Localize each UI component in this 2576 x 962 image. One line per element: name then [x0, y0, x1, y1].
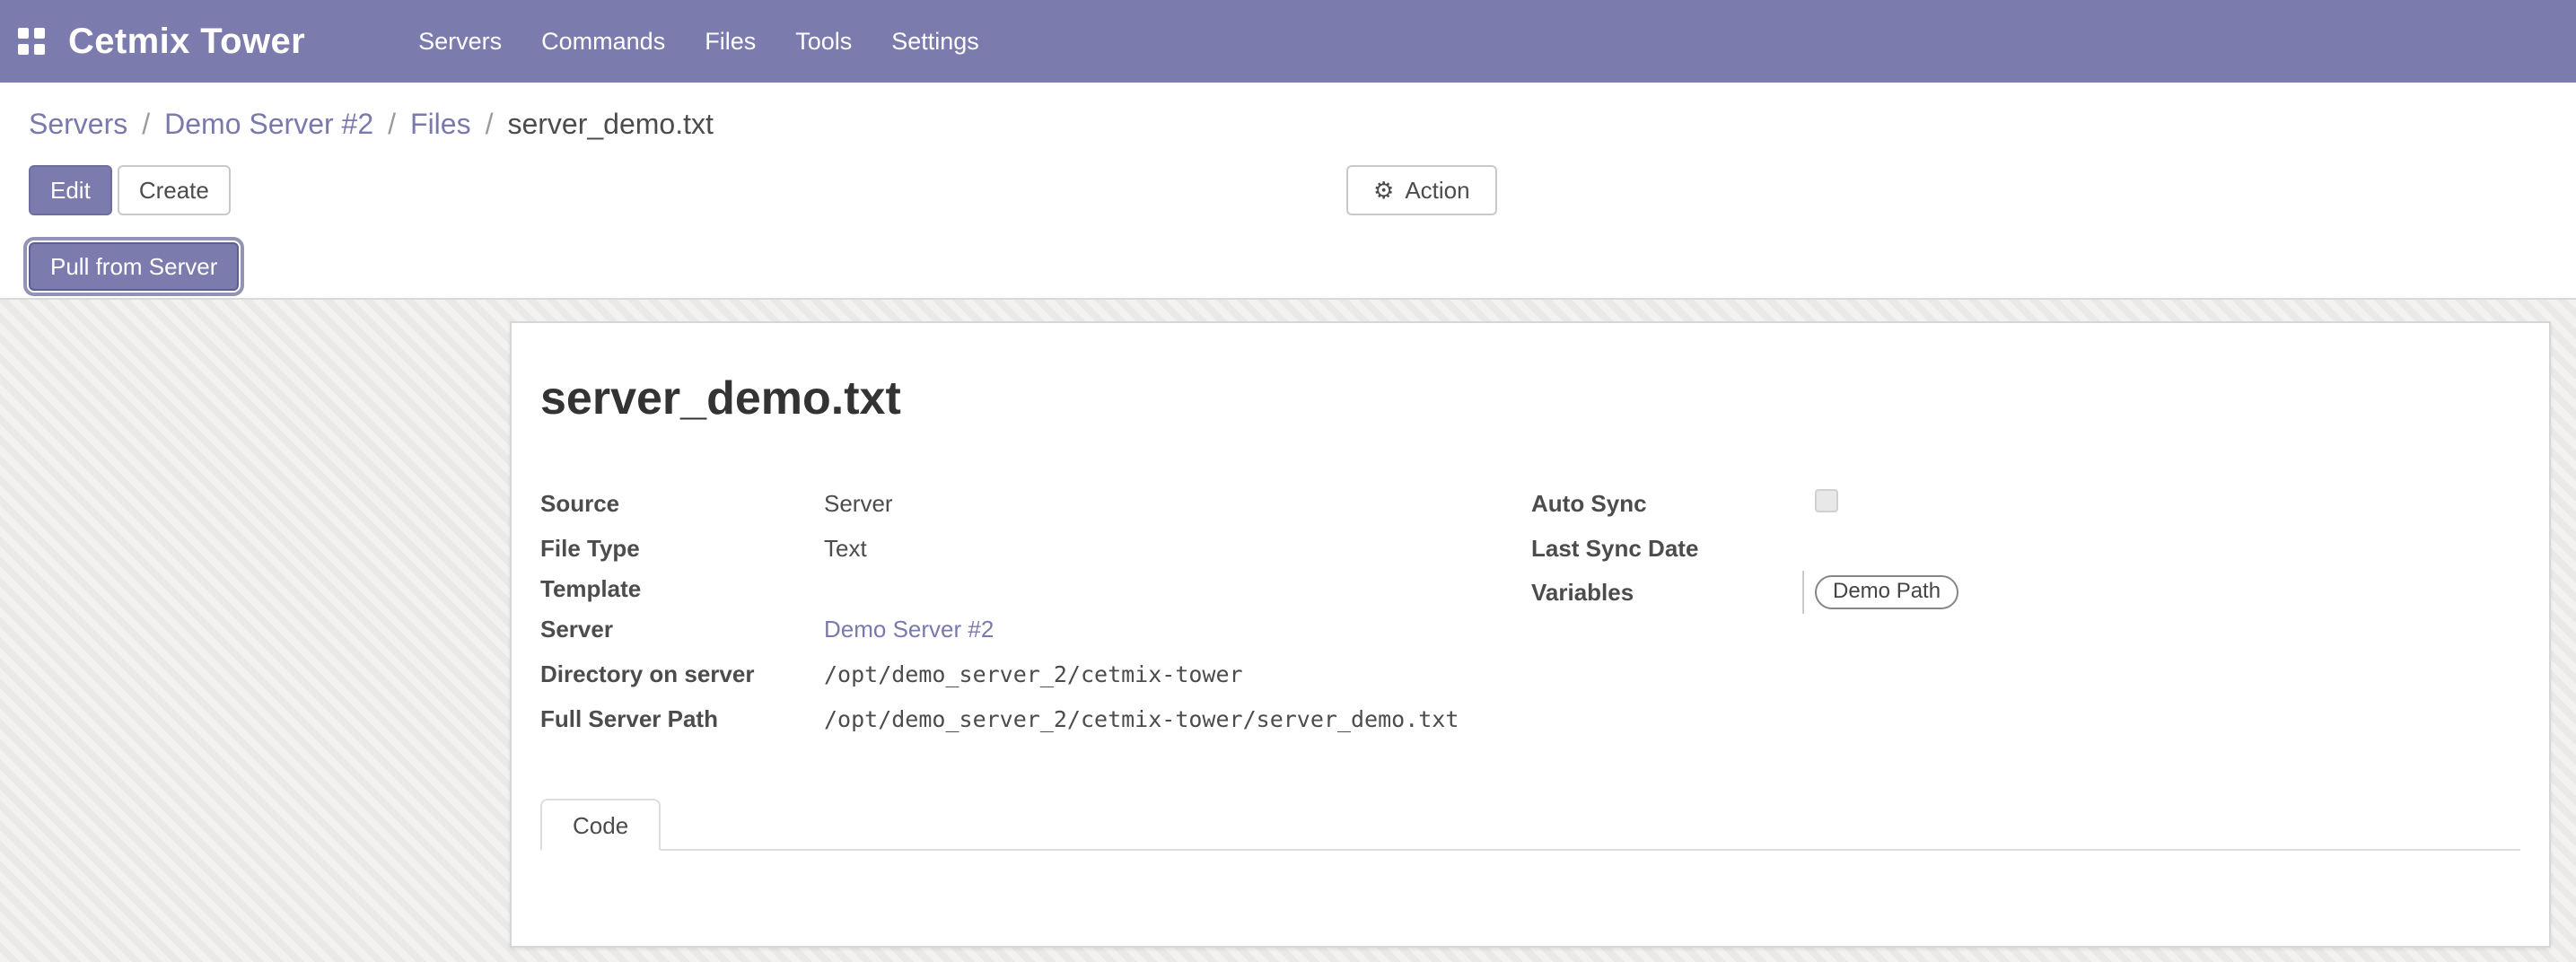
field-group-left: Source Server File Type Text Template Se… — [540, 481, 1531, 741]
gear-icon: ⚙ — [1373, 179, 1394, 202]
button-row: Edit Create ⚙ Action — [29, 165, 2547, 215]
menu-item-settings[interactable]: Settings — [872, 0, 999, 83]
field-label-directory: Directory on server — [540, 660, 824, 688]
breadcrumb-separator: / — [373, 108, 410, 141]
app-window: Cetmix Tower Servers Commands Files Tool… — [0, 0, 2576, 962]
field-label-server: Server — [540, 616, 824, 643]
edit-button[interactable]: Edit — [29, 165, 112, 215]
create-button[interactable]: Create — [118, 165, 231, 215]
menu-item-tools[interactable]: Tools — [775, 0, 872, 83]
notebook-tabs: Code — [540, 799, 2520, 851]
breadcrumb-files[interactable]: Files — [410, 108, 471, 141]
form-sheet: server_demo.txt Source Server File Type … — [510, 321, 2551, 948]
control-panel: Servers / Demo Server #2 / Files / serve… — [0, 83, 2576, 300]
field-label-auto-sync: Auto Sync — [1531, 490, 1815, 518]
tab-code-content — [540, 851, 2520, 948]
auto-sync-checkbox[interactable] — [1815, 489, 1838, 512]
breadcrumb: Servers / Demo Server #2 / Files / serve… — [29, 101, 2547, 147]
pull-from-server-button[interactable]: Pull from Server — [29, 242, 239, 291]
apps-grid-icon[interactable] — [18, 28, 45, 55]
field-row-template: Template — [540, 571, 1531, 607]
field-row-source: Source Server — [540, 481, 1531, 526]
notebook: Code — [540, 799, 2520, 948]
field-row-variables: Variables Demo Path — [1531, 571, 2522, 614]
app-brand-title: Cetmix Tower — [68, 22, 305, 62]
main-menu: Servers Commands Files Tools Settings — [399, 0, 999, 83]
field-label-file-type: File Type — [540, 535, 824, 563]
field-label-template: Template — [540, 575, 824, 603]
object-button-row: Pull from Server — [29, 242, 2547, 291]
breadcrumb-current: server_demo.txt — [507, 108, 713, 141]
breadcrumb-separator: / — [471, 108, 508, 141]
top-navbar: Cetmix Tower Servers Commands Files Tool… — [0, 0, 2576, 83]
record-title: server_demo.txt — [540, 370, 2520, 427]
breadcrumb-separator: / — [127, 108, 164, 141]
field-value-file-type: Text — [824, 535, 867, 563]
menu-item-commands[interactable]: Commands — [521, 0, 685, 83]
variable-tag: Demo Path — [1815, 575, 1958, 609]
field-label-last-sync: Last Sync Date — [1531, 535, 1815, 563]
field-row-server: Server Demo Server #2 — [540, 607, 1531, 652]
breadcrumb-demo-server[interactable]: Demo Server #2 — [164, 108, 373, 141]
field-row-full-path: Full Server Path /opt/demo_server_2/cetm… — [540, 696, 1531, 741]
field-value-full-path: /opt/demo_server_2/cetmix-tower/server_d… — [824, 706, 1459, 732]
tab-code[interactable]: Code — [540, 799, 661, 851]
field-value-server-link[interactable]: Demo Server #2 — [824, 616, 994, 643]
field-label-full-path: Full Server Path — [540, 705, 824, 733]
field-label-variables: Variables — [1531, 579, 1815, 607]
menu-item-files[interactable]: Files — [685, 0, 775, 83]
breadcrumb-servers[interactable]: Servers — [29, 108, 127, 141]
action-menu-button[interactable]: ⚙ Action — [1346, 165, 1497, 215]
form-view-background: server_demo.txt Source Server File Type … — [0, 300, 2576, 962]
field-groups: Source Server File Type Text Template Se… — [540, 481, 2520, 741]
field-row-directory: Directory on server /opt/demo_server_2/c… — [540, 652, 1531, 696]
field-row-auto-sync: Auto Sync — [1531, 481, 2522, 526]
field-value-directory: /opt/demo_server_2/cetmix-tower — [824, 661, 1243, 687]
field-row-last-sync: Last Sync Date — [1531, 526, 2522, 571]
field-label-source: Source — [540, 490, 824, 518]
action-menu-label: Action — [1405, 167, 1469, 214]
menu-item-servers[interactable]: Servers — [399, 0, 521, 83]
field-row-file-type: File Type Text — [540, 526, 1531, 571]
field-group-right: Auto Sync Last Sync Date Variables Demo … — [1531, 481, 2522, 741]
variables-tags-field: Demo Path — [1802, 571, 1958, 614]
field-value-source: Server — [824, 490, 893, 518]
